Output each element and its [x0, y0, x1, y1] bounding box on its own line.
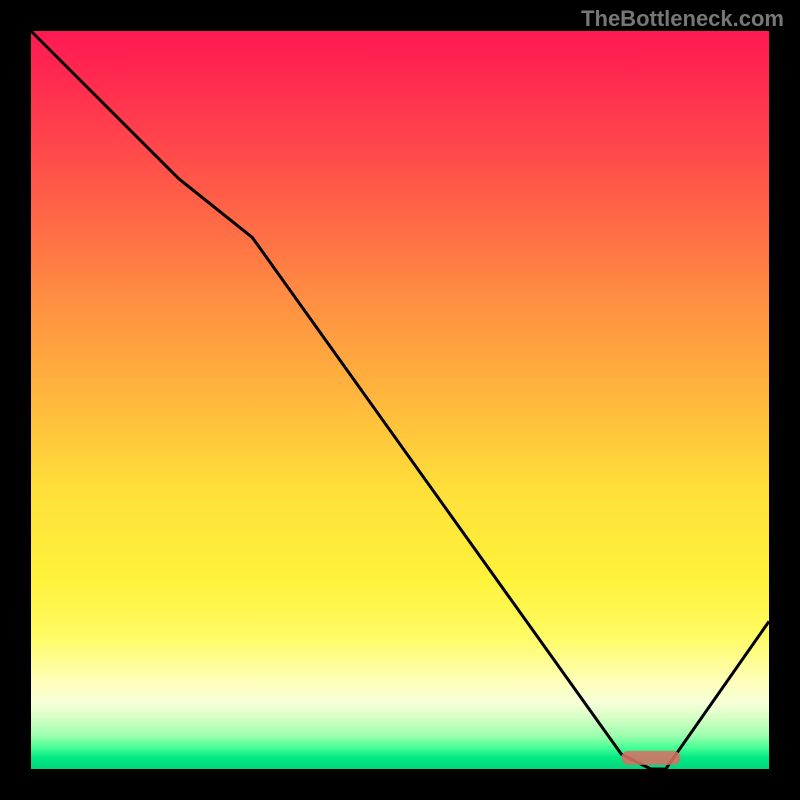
curve-layer [31, 31, 769, 769]
watermark-text: TheBottleneck.com [581, 6, 784, 32]
plot-area [31, 31, 769, 769]
app-root: TheBottleneck.com [0, 0, 800, 800]
bottleneck-curve [31, 31, 769, 769]
optimal-marker [621, 751, 680, 765]
